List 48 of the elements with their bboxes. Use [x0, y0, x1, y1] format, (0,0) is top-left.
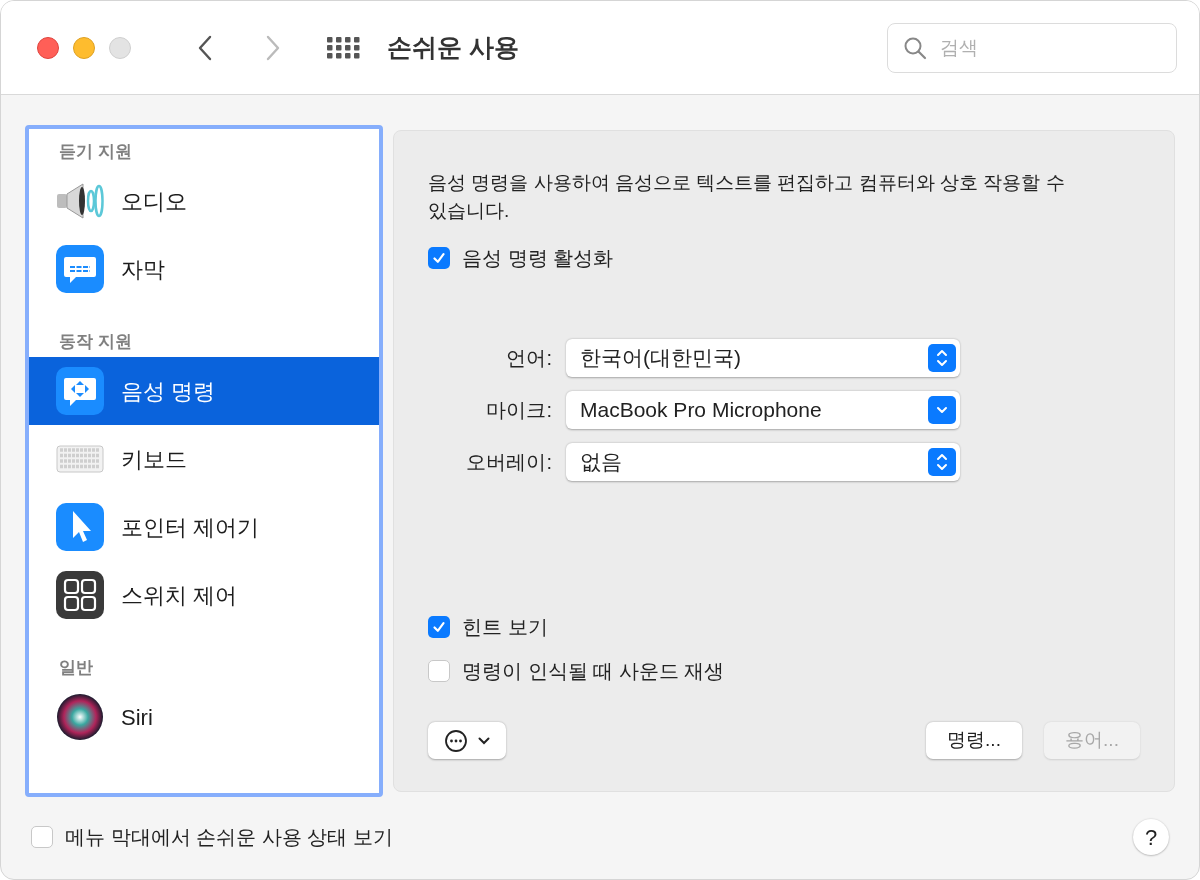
- caret-icon: [478, 736, 490, 745]
- sidebar-item[interactable]: Siri: [29, 683, 379, 751]
- window-title: 손쉬운 사용: [387, 31, 519, 63]
- popup-menu[interactable]: 없음: [566, 443, 960, 481]
- checkmark-icon: [432, 251, 446, 265]
- speech-bubble-icon: [56, 245, 104, 293]
- help-button[interactable]: ?: [1133, 819, 1169, 855]
- field-label: 마이크:: [485, 398, 552, 423]
- keyboard-icon: [56, 445, 104, 473]
- ellipsis-circle-icon: [444, 728, 468, 753]
- checkmark-icon: [432, 620, 446, 634]
- checkbox[interactable]: [428, 616, 450, 638]
- description-text: 음성 명령을 사용하여 음성으로 텍스트를 편집하고 컴퓨터와 상호 작용할 수 있습니다.: [428, 171, 1066, 223]
- back-icon[interactable]: [197, 34, 213, 61]
- popup-menu[interactable]: 한국어(대한민국): [566, 339, 960, 377]
- sidebar-item[interactable]: 포인터 제어기: [29, 493, 379, 561]
- section-header: 동작 지원: [58, 331, 133, 353]
- siri-orb-icon: [56, 693, 104, 741]
- sidebar-item[interactable]: 스위치 제어: [29, 561, 379, 629]
- sidebar-item[interactable]: 오디오: [29, 167, 379, 235]
- popup-menu[interactable]: MacBook Pro Microphone: [566, 391, 960, 429]
- checkbox[interactable]: [428, 247, 450, 269]
- more-options-button[interactable]: [428, 722, 506, 759]
- sidebar-item[interactable]: 음성 명령: [29, 357, 379, 425]
- checkbox[interactable]: [31, 826, 53, 848]
- checkbox-label: 힌트 보기: [462, 615, 548, 640]
- up-down-chevron-icon: [928, 448, 956, 476]
- checkbox-label: 명령이 인식될 때 사운드 재생: [462, 659, 725, 684]
- field-label: 오버레이:: [465, 450, 552, 475]
- checkbox-label: 음성 명령 활성화: [462, 246, 614, 271]
- speech-bubble-arrows-icon: [56, 367, 104, 415]
- sidebar-item[interactable]: 키보드: [29, 425, 379, 493]
- minimize-button[interactable]: [73, 36, 95, 59]
- checkbox-label: 메뉴 막대에서 손쉬운 사용 상태 보기: [65, 825, 393, 850]
- field-label: 언어:: [505, 346, 552, 371]
- section-header: 일반: [58, 657, 94, 679]
- sidebar-item[interactable]: 자막: [29, 235, 379, 303]
- close-button[interactable]: [37, 36, 59, 59]
- grid-icon[interactable]: [327, 36, 361, 59]
- checkbox[interactable]: [428, 660, 450, 682]
- four-squares-icon: [56, 571, 104, 619]
- speaker-icon: [55, 181, 105, 221]
- down-chevron-icon: [928, 396, 956, 424]
- command-button[interactable]: 명령...: [926, 722, 1022, 759]
- up-down-chevron-icon: [928, 344, 956, 372]
- search-field[interactable]: 검색: [887, 22, 1177, 73]
- section-header: 듣기 지원: [58, 141, 133, 163]
- search-icon: [903, 35, 927, 60]
